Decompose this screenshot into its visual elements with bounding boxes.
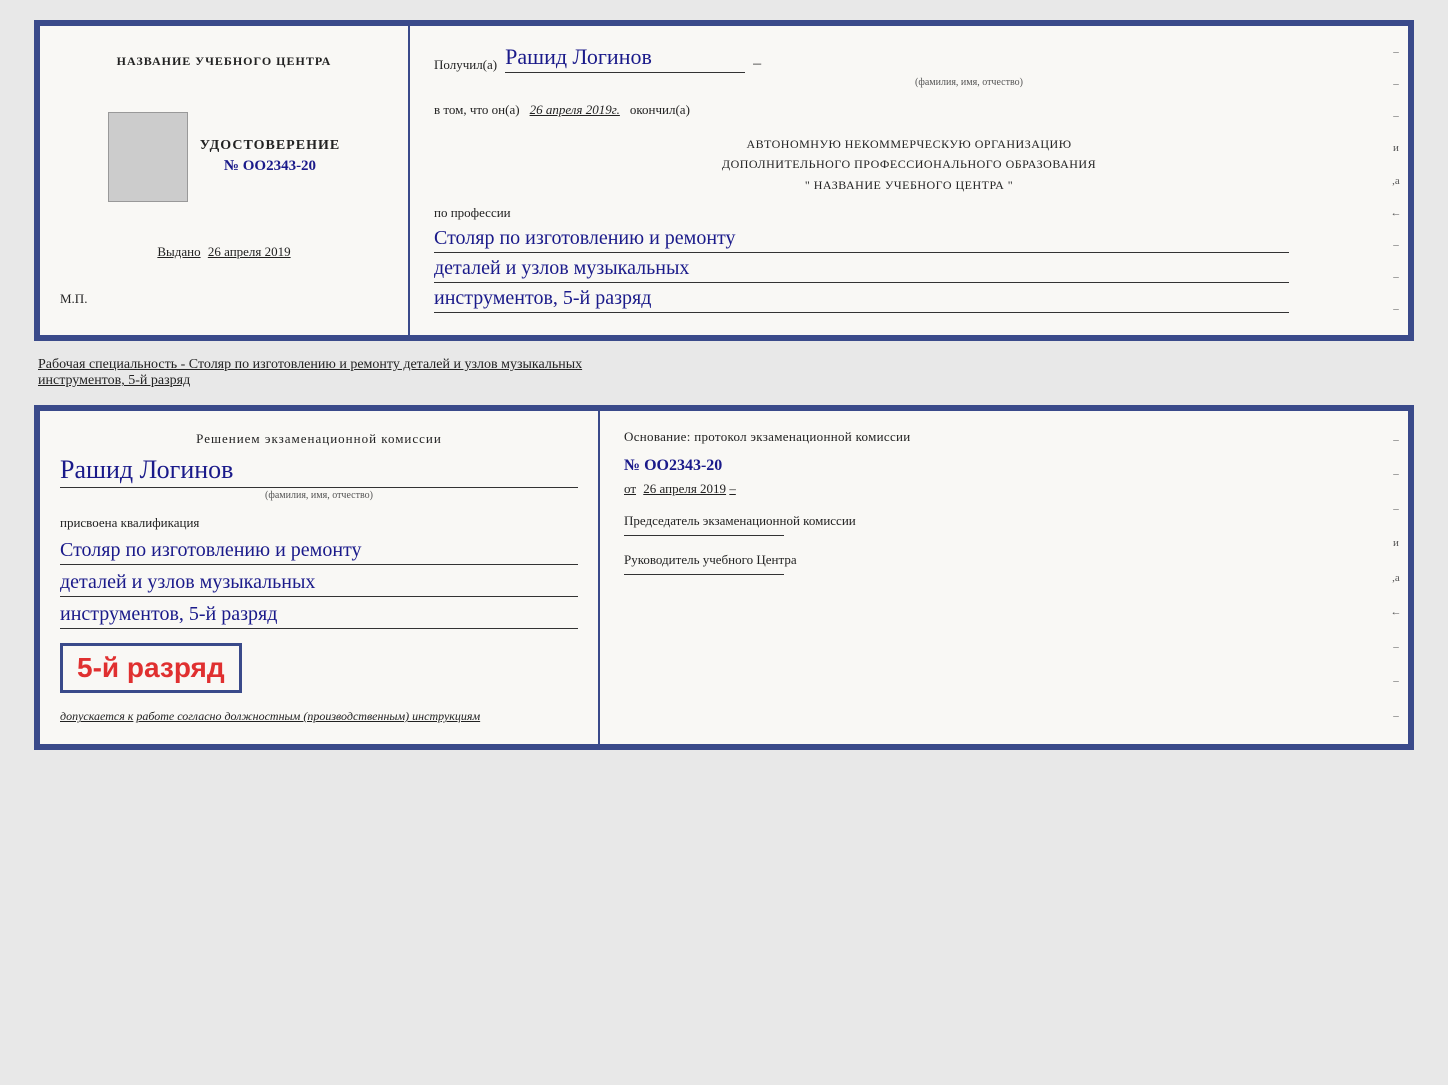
protocol-number: № OO2343-20: [624, 457, 1384, 475]
cert-middle-section: УДОСТОВЕРЕНИЕ № OO2343-20: [108, 112, 340, 202]
specialty-text: Рабочая специальность - Столяр по изгото…: [34, 349, 1414, 397]
mp-label: М.П.: [60, 291, 87, 307]
date-prefix: в том, что он(а): [434, 102, 520, 118]
head-signature-line: [624, 574, 784, 575]
org-line1: АВТОНОМНУЮ НЕКОММЕРЧЕСКУЮ ОРГАНИЗАЦИЮ: [434, 134, 1384, 154]
date-value: 26 апреля 2019г.: [530, 102, 620, 118]
issued-line: Выдано 26 апреля 2019: [157, 244, 290, 260]
document-container: НАЗВАНИЕ УЧЕБНОГО ЦЕНТРА УДОСТОВЕРЕНИЕ №…: [34, 20, 1414, 750]
org-name-label: НАЗВАНИЕ УЧЕБНОГО ЦЕНТРА: [117, 54, 332, 69]
rank-box: 5-й разряд: [60, 643, 242, 693]
allowed-prefix: допускается к: [60, 709, 133, 723]
specialty-prefix: Рабочая специальность - Столяр по изгото…: [38, 357, 582, 372]
chairman-block: Председатель экзаменационной комиссии: [624, 513, 1384, 536]
recipient-line: Получил(а) Рашид Логинов –: [434, 44, 1384, 73]
profession-line3: инструментов, 5-й разряд: [434, 287, 1289, 313]
profession-line2: деталей и узлов музыкальных: [434, 257, 1289, 283]
issued-date: 26 апреля 2019: [208, 244, 291, 259]
from-prefix: от: [624, 481, 636, 496]
certificate-card: НАЗВАНИЕ УЧЕБНОГО ЦЕНТРА УДОСТОВЕРЕНИЕ №…: [34, 20, 1414, 341]
photo-placeholder: [108, 112, 188, 202]
qualification-line3: инструментов, 5-й разряд: [60, 603, 578, 629]
profession-line1: Столяр по изготовлению и ремонту: [434, 227, 1289, 253]
cert-title-block: УДОСТОВЕРЕНИЕ № OO2343-20: [200, 138, 340, 175]
cert-right-panel: Получил(а) Рашид Логинов – (фамилия, имя…: [410, 26, 1408, 335]
date-line: в том, что он(а) 26 апреля 2019г. окончи…: [434, 102, 1384, 118]
chairman-signature-line: [624, 535, 784, 536]
exam-left-panel: Решением экзаменационной комиссии Рашид …: [40, 411, 600, 744]
right-dashes: – – – и ,а ← – – –: [1384, 26, 1408, 335]
allowed-text: допускается к работе согласно должностны…: [60, 709, 578, 724]
finished-label: окончил(а): [630, 102, 690, 118]
exam-person-name: Рашид Логинов: [60, 455, 578, 488]
from-date-value: 26 апреля 2019: [643, 481, 726, 496]
cert-number: № OO2343-20: [200, 158, 340, 175]
qualification-line2: деталей и узлов музыкальных: [60, 571, 578, 597]
org-line3: " НАЗВАНИЕ УЧЕБНОГО ЦЕНТРА ": [434, 175, 1384, 195]
name-hint: (фамилия, имя, отчество): [554, 77, 1384, 88]
right-dashes-bottom: – – – и ,а ← – – –: [1384, 411, 1408, 744]
exam-card: Решением экзаменационной комиссии Рашид …: [34, 405, 1414, 750]
cert-left-panel: НАЗВАНИЕ УЧЕБНОГО ЦЕНТРА УДОСТОВЕРЕНИЕ №…: [40, 26, 410, 335]
from-date-line: от 26 апреля 2019 –: [624, 481, 1384, 497]
head-block: Руководитель учебного Центра: [624, 552, 1384, 575]
exam-decision-text: Решением экзаменационной комиссии: [60, 431, 578, 447]
allowed-detail: работе согласно должностным (производств…: [136, 709, 480, 723]
profession-label: по профессии: [434, 205, 1384, 221]
issued-label: Выдано: [157, 244, 200, 259]
received-label: Получил(а): [434, 57, 497, 73]
qualification-line1: Столяр по изготовлению и ремонту: [60, 539, 578, 565]
rank-text: 5-й разряд: [77, 652, 225, 683]
exam-assigned-text: присвоена квалификация: [60, 515, 578, 531]
specialty-underlined: инструментов, 5-й разряд: [38, 373, 190, 388]
chairman-label: Председатель экзаменационной комиссии: [624, 513, 1384, 529]
exam-right-panel: Основание: протокол экзаменационной коми…: [600, 411, 1408, 744]
exam-name-hint: (фамилия, имя, отчество): [60, 490, 578, 501]
org-line2: ДОПОЛНИТЕЛЬНОГО ПРОФЕССИОНАЛЬНОГО ОБРАЗО…: [434, 154, 1384, 174]
recipient-name: Рашид Логинов: [505, 44, 745, 73]
udostoverenie-label: УДОСТОВЕРЕНИЕ: [200, 138, 340, 154]
head-label: Руководитель учебного Центра: [624, 552, 1384, 568]
org-block: АВТОНОМНУЮ НЕКОММЕРЧЕСКУЮ ОРГАНИЗАЦИЮ ДО…: [434, 134, 1384, 195]
basis-label: Основание: протокол экзаменационной коми…: [624, 429, 1384, 445]
